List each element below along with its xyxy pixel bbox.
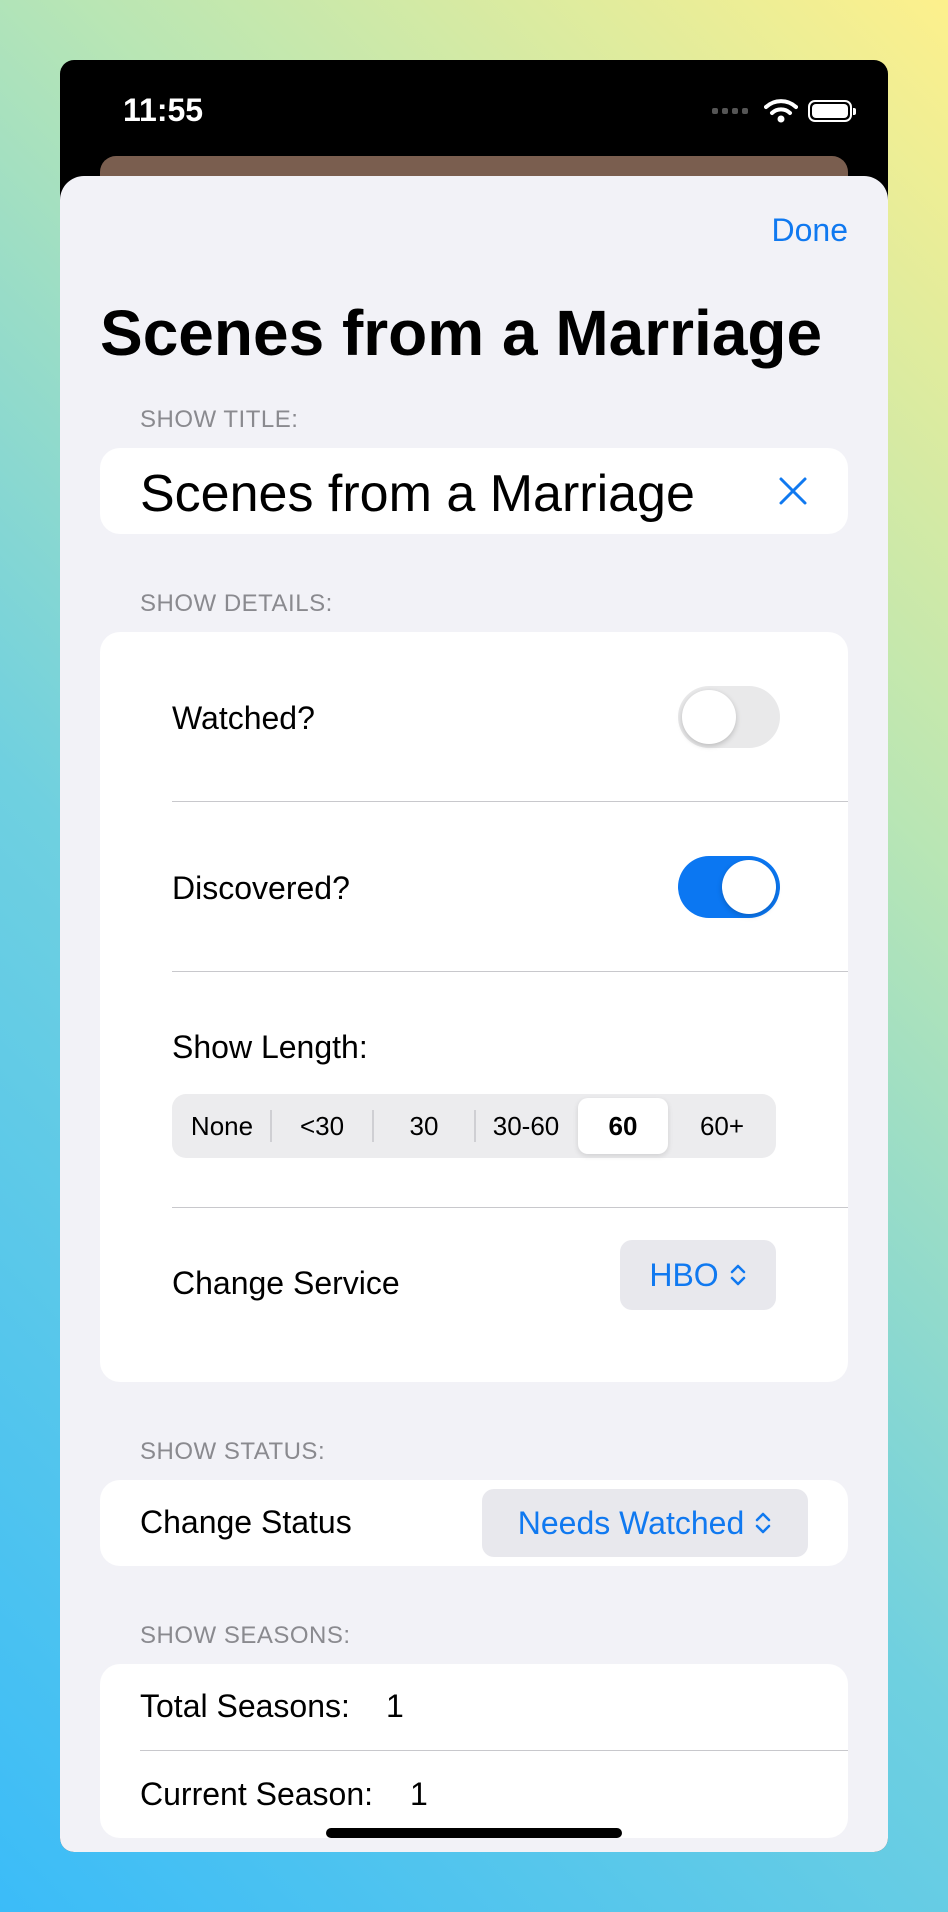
- section-header-show-title: SHOW TITLE:: [140, 406, 299, 433]
- status-picker[interactable]: Needs Watched: [482, 1489, 808, 1557]
- show-length-label: Show Length:: [172, 1029, 368, 1065]
- segment-60-plus[interactable]: 60+: [672, 1098, 772, 1154]
- segment-under-30[interactable]: <30: [274, 1098, 370, 1154]
- chevron-up-down-icon: [755, 1512, 771, 1534]
- total-seasons-value[interactable]: 1: [386, 1688, 404, 1725]
- divider: [172, 1207, 848, 1208]
- service-picker[interactable]: HBO: [620, 1240, 776, 1310]
- status-time: 11:55: [123, 92, 204, 128]
- divider: [172, 801, 848, 802]
- device-frame: 11:55 Done Scenes from a Marriage SHOW T…: [60, 60, 888, 1852]
- watched-toggle[interactable]: [678, 686, 780, 748]
- current-season-value[interactable]: 1: [410, 1776, 428, 1813]
- signal-dots-icon: [712, 108, 748, 114]
- status-picker-value: Needs Watched: [517, 1504, 745, 1541]
- discovered-label: Discovered?: [172, 870, 350, 906]
- section-header-show-details: SHOW DETAILS:: [140, 590, 333, 617]
- segment-separator: [372, 1110, 374, 1142]
- section-header-show-seasons: SHOW SEASONS:: [140, 1622, 351, 1649]
- status-icons: [712, 98, 856, 124]
- segment-separator: [474, 1110, 476, 1142]
- segment-60[interactable]: 60: [578, 1098, 668, 1154]
- show-status-group: Change Status Needs Watched: [100, 1480, 848, 1566]
- segment-separator: [270, 1110, 272, 1142]
- show-details-group: Watched? Discovered? Show Length: None <…: [100, 632, 848, 1382]
- clear-text-icon[interactable]: [778, 476, 808, 506]
- total-seasons-label: Total Seasons:: [140, 1688, 350, 1724]
- show-seasons-group: Total Seasons: 1 Current Season: 1: [100, 1664, 848, 1838]
- discovered-toggle[interactable]: [678, 856, 780, 918]
- section-header-show-status: SHOW STATUS:: [140, 1438, 326, 1465]
- status-bar: 11:55: [60, 60, 888, 160]
- edit-show-sheet: Done Scenes from a Marriage SHOW TITLE: …: [60, 176, 888, 1852]
- chevron-up-down-icon: [730, 1264, 745, 1286]
- divider: [172, 971, 848, 972]
- segment-30[interactable]: 30: [376, 1098, 472, 1154]
- change-status-label: Change Status: [140, 1504, 352, 1540]
- toggle-knob: [722, 860, 776, 914]
- current-season-label: Current Season:: [140, 1776, 374, 1812]
- service-picker-value: HBO: [649, 1256, 719, 1293]
- show-length-segmented-control: None <30 30 30-60 60 60+: [172, 1094, 776, 1158]
- segment-30-60[interactable]: 30-60: [478, 1098, 574, 1154]
- toggle-knob: [682, 690, 736, 744]
- segment-none[interactable]: None: [176, 1098, 268, 1154]
- divider: [140, 1750, 848, 1751]
- done-button[interactable]: Done: [772, 212, 849, 249]
- page-title: Scenes from a Marriage: [100, 297, 823, 369]
- battery-icon: [808, 100, 856, 122]
- wifi-icon: [764, 99, 798, 123]
- home-indicator: [326, 1828, 622, 1838]
- show-title-group: Scenes from a Marriage: [100, 448, 848, 534]
- change-service-label: Change Service: [172, 1265, 400, 1301]
- show-title-field[interactable]: Scenes from a Marriage: [140, 464, 695, 524]
- watched-label: Watched?: [172, 700, 315, 736]
